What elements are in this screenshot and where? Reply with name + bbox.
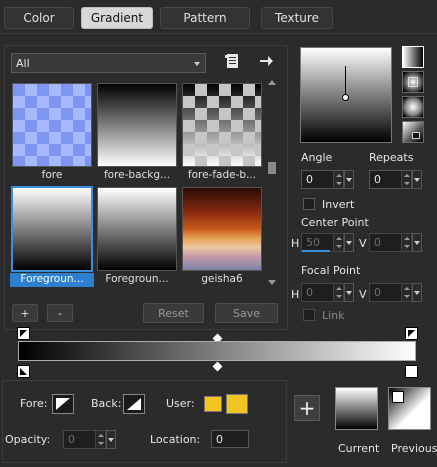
focal-v-stepper[interactable]	[401, 284, 410, 301]
focal-h-stepper[interactable]	[333, 284, 342, 301]
stop-settings-panel	[2, 380, 287, 463]
gradient-bar[interactable]	[18, 341, 416, 361]
add-to-presets-button[interactable]: +	[294, 395, 320, 421]
preset-filter-dropdown[interactable]: All	[11, 53, 206, 73]
corner-icon	[412, 132, 420, 139]
sunburst-style-button[interactable]	[402, 121, 424, 143]
link-label: Link	[322, 309, 345, 322]
preset-label: geisha6	[201, 273, 243, 285]
tab-color[interactable]: Color	[4, 7, 74, 29]
center-handle[interactable]	[342, 94, 349, 101]
arrow-right-icon[interactable]	[258, 53, 274, 69]
preset-scrollbar[interactable]	[266, 80, 278, 290]
fore-label: Fore:	[20, 397, 48, 410]
angle-stepper[interactable]	[333, 171, 342, 188]
preset-label: fore	[41, 169, 63, 181]
opacity-label: Opacity:	[5, 433, 51, 446]
opacity-stop-right[interactable]	[405, 327, 418, 340]
fore-stop-button[interactable]	[52, 394, 74, 414]
preset-label: fore-backg...	[103, 169, 171, 181]
tab-divider	[0, 33, 437, 34]
save-button[interactable]: Save	[215, 303, 278, 323]
center-h-stepper[interactable]	[333, 234, 342, 251]
center-v-dropdown[interactable]	[412, 233, 422, 252]
preset-label: fore-fade-b...	[187, 169, 257, 181]
current-gradient-swatch[interactable]	[335, 387, 378, 430]
previous-gradient-swatch[interactable]	[388, 387, 431, 430]
color-stop-left[interactable]	[17, 365, 30, 378]
add-preset-button[interactable]: +	[12, 304, 38, 322]
center-v-label: V	[359, 237, 367, 250]
user-color-swatch[interactable]	[226, 394, 248, 414]
location-label: Location:	[150, 433, 201, 446]
preset-thumb-fore-background[interactable]	[97, 83, 177, 167]
color-midpoint[interactable]	[212, 361, 223, 372]
focal-h-dropdown[interactable]	[344, 283, 354, 302]
opacity-stop-left[interactable]	[17, 327, 30, 340]
tab-gradient[interactable]: Gradient	[81, 7, 153, 29]
scroll-thumb[interactable]	[268, 162, 276, 174]
repeats-stepper[interactable]	[401, 171, 410, 188]
invert-label: Invert	[322, 198, 355, 211]
invert-checkbox[interactable]	[303, 198, 315, 210]
focal-v-dropdown[interactable]	[412, 283, 422, 302]
tab-pattern[interactable]: Pattern	[160, 7, 250, 29]
focal-v-label: V	[359, 288, 367, 301]
remove-preset-button[interactable]: -	[47, 304, 73, 322]
back-stop-button[interactable]	[123, 394, 145, 414]
repeats-dropdown[interactable]	[412, 170, 422, 189]
link-checkbox[interactable]	[303, 309, 315, 321]
preset-thumb-foreground-selected[interactable]	[11, 186, 93, 272]
linear-style-button[interactable]	[402, 46, 424, 68]
center-h-slider-fill	[302, 250, 330, 252]
preset-thumb-fore[interactable]	[12, 83, 92, 167]
center-point-label: Center Point	[301, 216, 369, 229]
user-label: User:	[166, 397, 195, 410]
angle-label: Angle	[301, 151, 333, 164]
scroll-up-icon[interactable]	[268, 80, 276, 85]
back-label: Back:	[91, 397, 122, 410]
reset-button[interactable]: Reset	[143, 303, 204, 323]
radial-style-button[interactable]	[402, 96, 424, 118]
corner-icon	[392, 391, 404, 403]
repeats-label: Repeats	[369, 151, 414, 164]
opacity-dropdown[interactable]	[106, 430, 116, 449]
preset-label-selected: Foregroun...	[10, 273, 94, 287]
stop-triangle-icon	[20, 330, 27, 337]
stop-triangle-icon	[408, 330, 415, 337]
focal-point-label: Focal Point	[301, 264, 361, 277]
color-stop-right[interactable]	[405, 365, 418, 378]
center-h-dropdown[interactable]	[344, 233, 354, 252]
back-triangle-icon	[127, 398, 141, 410]
rectangle-icon	[408, 77, 418, 87]
center-h-label: H	[291, 237, 300, 250]
center-v-stepper[interactable]	[401, 234, 410, 251]
angle-handle-line[interactable]	[345, 66, 346, 96]
user-color-radio[interactable]	[204, 396, 222, 412]
preset-thumb-fore-fade[interactable]	[182, 83, 262, 167]
location-input[interactable]: 0	[211, 430, 249, 448]
gradient-preview[interactable]	[300, 47, 392, 143]
focal-h-label: H	[291, 288, 300, 301]
fore-triangle-icon	[56, 398, 70, 410]
preset-filter-value: All	[16, 56, 30, 70]
scroll-down-icon[interactable]	[268, 280, 276, 285]
previous-label: Previous	[391, 442, 437, 455]
preset-label: Foregroun...	[105, 273, 169, 285]
preset-thumb-geisha6[interactable]	[182, 187, 262, 271]
preset-options-icon[interactable]	[224, 53, 240, 69]
chevron-down-icon	[194, 62, 200, 66]
opacity-stepper[interactable]	[95, 431, 104, 448]
angle-dropdown[interactable]	[344, 170, 354, 189]
preset-thumb-foreground[interactable]	[97, 187, 177, 271]
tab-texture[interactable]: Texture	[261, 7, 333, 29]
current-label: Current	[338, 442, 380, 455]
rectangular-style-button[interactable]	[402, 71, 424, 93]
stop-triangle-icon	[20, 368, 27, 375]
